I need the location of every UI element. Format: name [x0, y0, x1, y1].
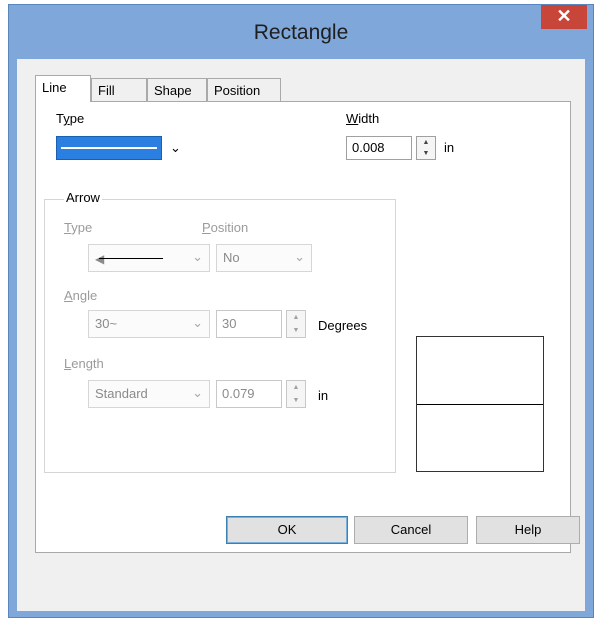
tab-fill[interactable]: Fill — [91, 78, 147, 101]
angle-select-value: 30~ — [95, 316, 118, 331]
spin-down-icon[interactable]: ▼ — [287, 394, 305, 407]
width-label: Width — [346, 111, 380, 126]
chevron-down-icon: ⌄ — [192, 315, 203, 330]
cancel-button[interactable]: Cancel — [354, 516, 468, 544]
line-type-dropdown[interactable]: ⌄ — [56, 136, 190, 160]
window-title: Rectangle — [253, 21, 349, 44]
help-button[interactable]: Help — [476, 516, 580, 544]
tab-position[interactable]: Position — [207, 78, 281, 101]
length-spinner[interactable]: ▲ ▼ — [286, 380, 306, 408]
line-type-label: Type — [56, 111, 85, 126]
arrow-left-icon: ◀ — [95, 252, 105, 266]
angle-dropdown[interactable]: 30~ ⌄ — [88, 310, 210, 338]
arrow-position-dropdown[interactable]: No ⌄ — [216, 244, 312, 272]
close-button[interactable]: ✕ — [541, 5, 587, 29]
spin-down-icon[interactable]: ▼ — [287, 324, 305, 337]
arrow-type-label: Type — [64, 220, 93, 235]
tab-shape[interactable]: Shape — [147, 78, 207, 101]
spin-up-icon[interactable]: ▲ — [287, 311, 305, 324]
spin-up-icon[interactable]: ▲ — [287, 381, 305, 394]
close-icon: ✕ — [556, 6, 572, 26]
ok-button[interactable]: OK — [226, 516, 348, 544]
width-spinner[interactable]: ▲ ▼ — [416, 136, 436, 160]
angle-label: Angle — [64, 288, 98, 303]
line-style-sample — [56, 136, 162, 160]
chevron-down-icon: ⌄ — [192, 385, 203, 400]
length-select-value: Standard — [95, 386, 148, 401]
spin-down-icon[interactable]: ▼ — [417, 148, 435, 159]
width-input[interactable]: 0.008 — [346, 136, 412, 160]
spin-up-icon[interactable]: ▲ — [417, 137, 435, 148]
chevron-down-icon: ⌄ — [294, 249, 305, 264]
length-label: Length — [64, 356, 104, 371]
angle-input[interactable]: 30 — [216, 310, 282, 338]
angle-unit: Degrees — [318, 318, 368, 333]
preview-line — [417, 404, 543, 405]
chevron-down-icon: ⌄ — [192, 249, 203, 264]
arrow-type-dropdown[interactable]: ◀ ⌄ — [88, 244, 210, 272]
length-dropdown[interactable]: Standard ⌄ — [88, 380, 210, 408]
chevron-down-icon: ⌄ — [170, 140, 181, 155]
line-preview-box — [416, 336, 544, 472]
width-unit: in — [444, 140, 455, 155]
length-input[interactable]: 0.079 — [216, 380, 282, 408]
title-bar[interactable]: Rectangle ✕ — [9, 5, 593, 59]
tab-line[interactable]: Line — [35, 75, 91, 102]
arrow-group-label: Arrow — [64, 190, 102, 205]
arrow-position-value: No — [223, 250, 240, 265]
length-unit: in — [318, 388, 329, 403]
arrow-position-label: Position — [202, 220, 249, 235]
angle-spinner[interactable]: ▲ ▼ — [286, 310, 306, 338]
